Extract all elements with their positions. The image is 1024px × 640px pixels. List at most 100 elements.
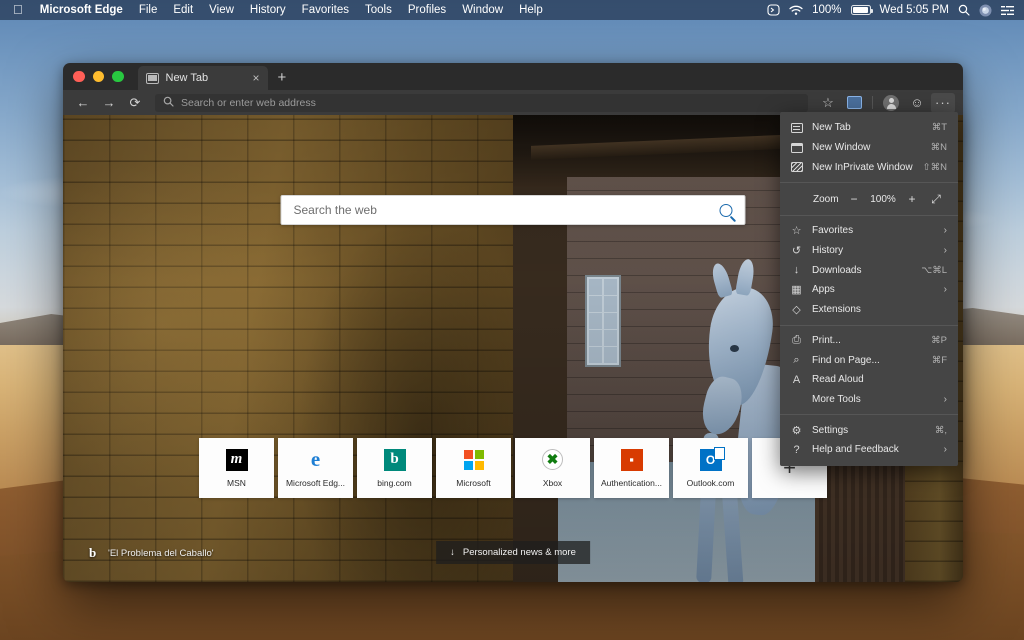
menubar-item-favorites[interactable]: Favorites <box>294 4 357 16</box>
wifi-icon[interactable] <box>789 5 803 16</box>
browser-tab-new-tab[interactable]: New Tab × <box>137 66 268 90</box>
tile-label: Outlook.com <box>686 477 735 488</box>
tab-strip: New Tab × + <box>63 63 963 90</box>
msn-icon: m <box>225 448 248 471</box>
background-image-credit[interactable]: b 'El Problema del Caballo' <box>89 546 214 560</box>
menubar-item-history[interactable]: History <box>242 4 294 16</box>
menu-item-downloads[interactable]: ↓ Downloads ⌥⌘L <box>780 260 958 280</box>
menu-item-shortcut: ⌥⌘L <box>921 264 947 276</box>
address-bar[interactable]: Search or enter web address <box>155 93 808 112</box>
menubar-app-name[interactable]: Microsoft Edge <box>32 4 131 16</box>
zoom-out-button[interactable]: − <box>842 192 866 206</box>
zoom-window-button[interactable] <box>112 70 124 83</box>
apple-logo-icon[interactable]:  <box>8 3 32 17</box>
close-window-button[interactable] <box>73 70 85 83</box>
shortcuts-icon[interactable] <box>767 4 780 16</box>
control-center-icon[interactable] <box>1001 5 1014 16</box>
menubar-item-view[interactable]: View <box>201 4 242 16</box>
menubar-item-edit[interactable]: Edit <box>165 4 201 16</box>
battery-icon[interactable] <box>850 5 873 15</box>
forward-button[interactable]: → <box>97 93 121 113</box>
submenu-chevron-icon: › <box>943 393 947 405</box>
outlook-icon: O <box>699 446 725 471</box>
menu-item-find-on-page[interactable]: ⌕ Find on Page... ⌘F <box>780 350 958 370</box>
menu-item-label: History <box>812 245 844 257</box>
menubar-item-help[interactable]: Help <box>511 4 551 16</box>
tile-microsoft[interactable]: Microsoft <box>436 438 511 498</box>
menubar-clock[interactable]: Wed 5:05 PM <box>880 4 949 16</box>
menu-item-read-aloud[interactable]: A Read Aloud <box>780 370 958 390</box>
microsoft-icon <box>463 449 485 471</box>
download-icon: ↓ <box>793 264 800 277</box>
tile-bing[interactable]: b bing.com <box>357 438 432 498</box>
menu-item-help-and-feedback[interactable]: ? Help and Feedback › <box>780 440 958 460</box>
window-traffic-lights <box>73 63 138 90</box>
star-icon: ☆ <box>791 225 802 238</box>
minimize-window-button[interactable] <box>92 70 104 83</box>
menu-zoom-row: Zoom − 100% + ⤢ <box>780 188 958 210</box>
tile-xbox[interactable]: ✖ Xbox <box>515 438 590 498</box>
menubar-item-profiles[interactable]: Profiles <box>400 4 454 16</box>
menu-divider <box>780 414 958 416</box>
menu-item-extensions[interactable]: ◇ Extensions <box>780 300 958 320</box>
xbox-icon: ✖ <box>542 449 564 471</box>
feedback-smiley-icon[interactable]: ☺ <box>905 93 929 113</box>
fullscreen-icon[interactable]: ⤢ <box>924 192 948 207</box>
favorite-star-icon[interactable]: ☆ <box>816 93 840 113</box>
new-tab-button[interactable]: + <box>278 69 287 86</box>
toolbar-divider <box>872 96 873 109</box>
reload-button[interactable]: ⟳ <box>123 93 147 113</box>
back-button[interactable]: ← <box>71 93 95 113</box>
menubar-item-window[interactable]: Window <box>454 4 511 16</box>
menu-item-label: Settings <box>812 424 849 436</box>
web-search-submit-icon[interactable] <box>719 203 733 217</box>
web-search-box[interactable]: Search the web <box>280 195 746 225</box>
new-window-icon <box>790 142 803 153</box>
menu-item-label: Help and Feedback <box>812 444 899 456</box>
menu-divider <box>780 215 958 217</box>
tile-authentication[interactable]: ▪ Authentication... <box>594 438 669 498</box>
menu-divider <box>780 182 958 184</box>
tile-label: Xbox <box>542 477 563 488</box>
inprivate-icon <box>790 162 803 173</box>
menu-item-label: New Window <box>812 142 871 154</box>
tile-label: MSN <box>227 477 246 488</box>
profile-avatar-icon[interactable] <box>879 93 903 113</box>
spotlight-search-icon[interactable] <box>958 4 970 16</box>
menu-item-shortcut: ⌘T <box>931 122 947 134</box>
menu-item-label: Downloads <box>812 264 862 276</box>
menu-item-label: Apps <box>812 284 835 296</box>
menubar-item-file[interactable]: File <box>131 4 166 16</box>
menu-item-label: Favorites <box>812 225 854 237</box>
tile-microsoft-edge[interactable]: e Microsoft Edg... <box>278 438 353 498</box>
menu-item-shortcut: ⌘, <box>934 424 947 436</box>
siri-icon[interactable] <box>979 4 992 17</box>
zoom-in-button[interactable]: + <box>900 192 924 206</box>
menu-item-favorites[interactable]: ☆ Favorites › <box>780 221 958 241</box>
menu-item-history[interactable]: ↺ History › <box>780 241 958 261</box>
menu-item-label: Find on Page... <box>812 354 880 366</box>
menu-item-apps[interactable]: ▦ Apps › <box>780 280 958 300</box>
menu-item-new-inprivate-window[interactable]: New InPrivate Window ⇧⌘N <box>780 157 958 177</box>
edge-settings-menu: New Tab ⌘T New Window ⌘N New InPrivate W… <box>780 112 958 466</box>
tile-msn[interactable]: m MSN <box>199 438 274 498</box>
collections-icon[interactable] <box>842 93 866 113</box>
print-icon: ⎙ <box>792 333 801 346</box>
tile-outlook[interactable]: O Outlook.com <box>673 438 748 498</box>
menu-item-new-tab[interactable]: New Tab ⌘T <box>780 118 958 138</box>
menu-item-more-tools[interactable]: More Tools › <box>780 390 958 410</box>
submenu-chevron-icon: › <box>943 444 947 456</box>
browser-more-menu-button[interactable]: ··· <box>931 92 955 113</box>
address-bar-search-icon <box>163 96 174 110</box>
macos-menu-bar:  Microsoft Edge File Edit View History … <box>0 0 1024 20</box>
tile-label: Microsoft Edg... <box>285 477 346 488</box>
menu-item-print[interactable]: ⎙ Print... ⌘P <box>780 331 958 351</box>
close-tab-icon[interactable]: × <box>252 72 259 84</box>
menu-item-new-window[interactable]: New Window ⌘N <box>780 138 958 158</box>
tile-label: bing.com <box>377 477 412 488</box>
menubar-item-tools[interactable]: Tools <box>357 4 400 16</box>
personalized-news-button[interactable]: ↓ Personalized news & more <box>436 541 590 564</box>
menu-item-label: New InPrivate Window <box>812 161 913 173</box>
menu-item-label: Read Aloud <box>812 374 864 386</box>
menu-item-settings[interactable]: ⚙ Settings ⌘, <box>780 420 958 440</box>
